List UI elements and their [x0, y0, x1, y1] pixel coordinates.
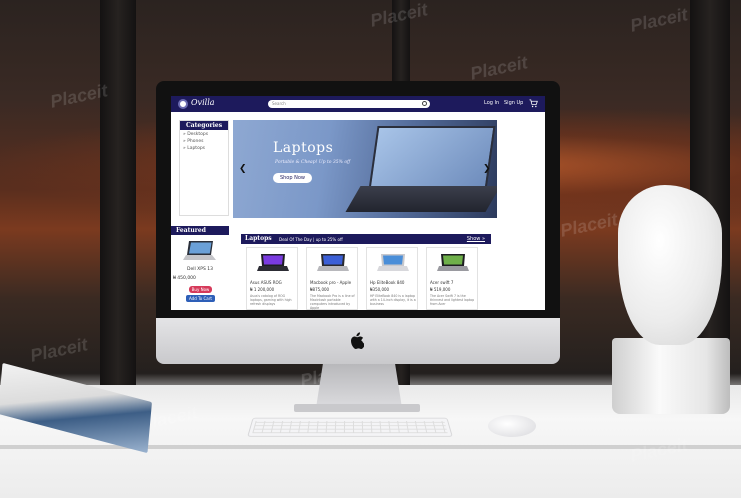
product-description: The Acer Swift 7 is the thinnest and lig…: [430, 294, 475, 306]
product-price: ₦ 1 200,000: [250, 287, 275, 292]
window-frame: [100, 0, 136, 398]
search-icon[interactable]: [422, 101, 427, 106]
product-card[interactable]: Hp EliteBook 840 ₦350,000 HP EliteBook 8…: [366, 247, 418, 310]
product-price: ₦350,000: [370, 287, 390, 292]
product-image[interactable]: [257, 253, 289, 273]
buy-now-button[interactable]: Buy Now: [189, 286, 212, 293]
statue-pedestal: [612, 338, 730, 414]
watermark: Placeit: [28, 334, 90, 366]
featured-product-name: Dell XPS 13: [187, 267, 213, 272]
featured-product-price: ₦ 450,000: [173, 276, 196, 281]
products-title: Laptops: [245, 235, 272, 242]
product-price: ₦ 519,000: [430, 287, 451, 292]
website-screen: Ovilla Search Log In Sign Up Categories …: [171, 96, 545, 310]
product-name: Acer swift 7: [430, 280, 454, 285]
logo-icon[interactable]: [178, 99, 188, 109]
product-card[interactable]: Macbook pro - Apple ₦875,000 The Macbook…: [306, 247, 358, 310]
show-all-link[interactable]: Show »: [467, 236, 485, 242]
product-card[interactable]: Asus ASUS ROG ₦ 1 200,000 Asus's catalog…: [246, 247, 298, 310]
statue-torso: [618, 185, 722, 345]
featured-title: Featured: [171, 226, 229, 235]
product-description: Asus's catalog of ROG laptops, gaming wi…: [250, 294, 292, 306]
site-logo[interactable]: Ovilla: [191, 98, 215, 107]
carousel-next-icon[interactable]: ❯: [483, 164, 491, 174]
add-to-cart-button[interactable]: Add To Cart: [186, 295, 215, 302]
featured-product-image[interactable]: [183, 240, 217, 262]
shop-now-button[interactable]: Shop Now: [273, 173, 312, 183]
imac-stand: [316, 364, 402, 408]
category-item-phones[interactable]: » Phones: [180, 137, 228, 144]
hero-laptop-image: [368, 126, 496, 190]
product-price: ₦875,000: [310, 287, 330, 292]
products-deal-text: Deal Of The Day | up to 25% off: [279, 236, 343, 242]
top-navbar: Ovilla Search Log In Sign Up: [171, 96, 545, 112]
search-input[interactable]: Search: [268, 100, 430, 108]
category-item-laptops[interactable]: » Laptops: [180, 144, 228, 151]
signup-link[interactable]: Sign Up: [504, 100, 523, 106]
mouse: [488, 415, 536, 437]
featured-panel: Featured Dell XPS 13 ₦ 450,000 Buy Now A…: [171, 226, 229, 310]
cart-icon[interactable]: [529, 99, 538, 108]
hero-title: Laptops: [273, 140, 334, 156]
login-link[interactable]: Log In: [484, 100, 499, 106]
hero-carousel: Laptops Portable & Cheap! Up to 35% off …: [233, 120, 497, 218]
hero-laptop-keyboard: [345, 186, 497, 212]
categories-panel: Categories » Desktops » Phones » Laptops: [179, 120, 229, 216]
product-image[interactable]: [437, 253, 469, 273]
watermark: Placeit: [628, 4, 690, 36]
product-image[interactable]: [377, 253, 409, 273]
imac-stand-foot: [294, 404, 420, 412]
product-image[interactable]: [317, 253, 349, 273]
hero-subtitle: Portable & Cheap! Up to 35% off: [275, 160, 351, 165]
products-header: Laptops Deal Of The Day | up to 25% off …: [241, 234, 491, 244]
carousel-prev-icon[interactable]: ❮: [239, 164, 247, 174]
watermark: Placeit: [468, 52, 530, 84]
product-name: Hp EliteBook 840: [370, 280, 405, 285]
product-description: HP EliteBook 840 is a laptop with a 14-i…: [370, 294, 416, 306]
categories-title: Categories: [180, 121, 228, 130]
product-name: Macbook pro - Apple: [310, 280, 352, 285]
product-name: Asus ASUS ROG: [250, 280, 282, 285]
product-description: The Macbook Pro is a line of Macintosh p…: [310, 294, 355, 310]
product-card[interactable]: Acer swift 7 ₦ 519,000 The Acer Swift 7 …: [426, 247, 478, 310]
search-placeholder: Search: [272, 101, 286, 106]
apple-logo-icon: [348, 332, 366, 352]
keyboard: [247, 417, 453, 437]
category-item-desktops[interactable]: » Desktops: [180, 130, 228, 137]
